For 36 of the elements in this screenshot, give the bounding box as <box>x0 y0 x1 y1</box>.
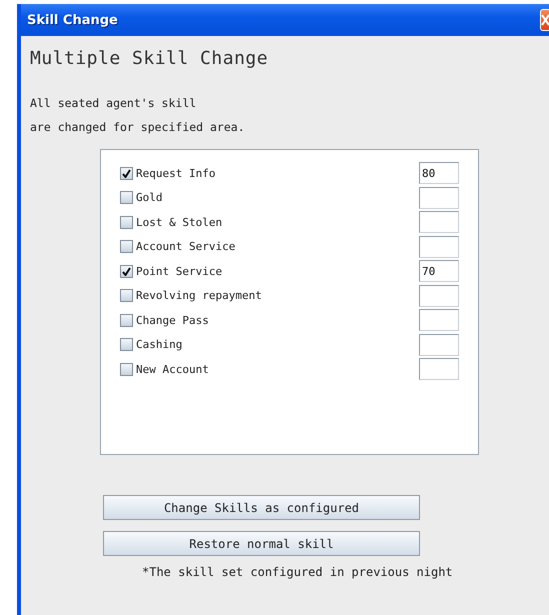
skill-label: Gold <box>136 191 164 204</box>
checkbox[interactable] <box>120 166 133 180</box>
skill-level-field[interactable] <box>419 284 459 306</box>
action-button[interactable]: Restore normal skill <box>103 531 420 556</box>
skill-level-field[interactable] <box>419 211 459 233</box>
dialog-heading: Multiple Skill Change <box>30 48 270 69</box>
checkbox[interactable] <box>120 240 133 253</box>
checkbox[interactable] <box>120 338 133 351</box>
description-text: are changed for specified area. <box>30 119 246 136</box>
description-text: All seated agent's skill <box>30 95 198 112</box>
checkbox[interactable] <box>120 216 133 228</box>
checkbox[interactable] <box>120 191 133 204</box>
skill-level-field[interactable] <box>419 236 459 258</box>
skill-level-field[interactable]: 80 <box>419 162 459 184</box>
skill-label: Revolving repayment <box>136 289 263 302</box>
skill-level-field[interactable] <box>419 358 459 380</box>
skill-label: Change Pass <box>136 314 210 326</box>
action-button[interactable]: Change Skills as configured <box>103 495 420 520</box>
checkbox[interactable] <box>120 362 133 376</box>
close-icon <box>541 14 549 26</box>
checkbox[interactable] <box>120 289 133 302</box>
skill-label: Lost & Stolen <box>136 216 224 228</box>
checkbox[interactable] <box>120 264 133 278</box>
skill-label: New Account <box>136 362 210 376</box>
skill-level-field[interactable] <box>419 334 459 356</box>
skill-label: Request Info <box>136 166 216 180</box>
skill-level-field[interactable]: 70 <box>419 260 459 282</box>
skill-label: Account Service <box>136 240 236 253</box>
footnote-text: *The skill set configured in previous night <box>142 565 454 579</box>
skill-label: Point Service <box>136 264 224 278</box>
checkbox[interactable] <box>120 314 133 326</box>
skill-level-field[interactable] <box>419 186 459 208</box>
skill-label: Cashing <box>136 338 184 351</box>
window-title: Skill Change <box>27 12 118 28</box>
skill-level-field[interactable] <box>419 309 459 331</box>
close-button[interactable] <box>540 9 549 31</box>
